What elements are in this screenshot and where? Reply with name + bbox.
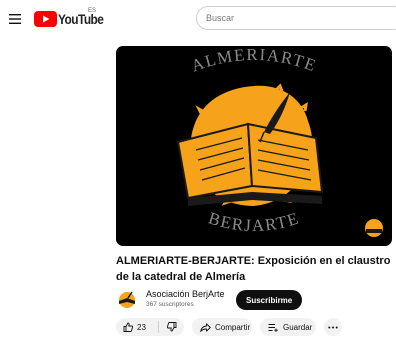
save-label: Guardar bbox=[283, 322, 313, 332]
subscriber-count: 367 suscriptores bbox=[146, 301, 194, 308]
dislike-button[interactable] bbox=[159, 318, 184, 336]
thumbnail-top-text: ALMERIARTE bbox=[189, 46, 318, 76]
thumbnail-artwork: ALMERIARTE BERJARTE bbox=[176, 46, 383, 237]
logo-wordmark: YouTube bbox=[58, 11, 104, 27]
save-button[interactable]: Guardar bbox=[260, 318, 316, 336]
video-thumbnail[interactable]: ALMERIARTE BERJARTE bbox=[116, 46, 392, 246]
channel-avatar[interactable] bbox=[116, 289, 138, 311]
svg-text:ALMERIARTE: ALMERIARTE bbox=[189, 46, 320, 76]
thumbnail-bottom-text: BERJARTE bbox=[206, 208, 300, 235]
action-bar: 23 Compartir Guardar bbox=[116, 318, 396, 336]
top-bar: YouTube ES bbox=[0, 0, 396, 38]
region-code: ES bbox=[88, 8, 97, 14]
subscribe-button[interactable]: Suscribirme bbox=[236, 290, 303, 310]
youtube-logo[interactable]: YouTube ES bbox=[34, 8, 110, 27]
youtube-play-icon bbox=[34, 11, 57, 27]
video-title[interactable]: ALMERIARTE-BERJARTE: Exposición en el cl… bbox=[116, 253, 394, 285]
like-button[interactable]: 23 bbox=[116, 318, 158, 336]
save-playlist-icon bbox=[268, 323, 278, 332]
share-icon bbox=[200, 322, 211, 332]
thumbs-up-icon bbox=[123, 322, 133, 332]
like-count: 23 bbox=[137, 322, 146, 332]
search-box[interactable] bbox=[196, 6, 396, 30]
like-dislike-group: 23 bbox=[116, 318, 184, 336]
share-button[interactable]: Compartir bbox=[192, 318, 252, 336]
hamburger-menu-icon[interactable] bbox=[6, 10, 24, 28]
more-actions-button[interactable] bbox=[324, 318, 342, 336]
more-horizontal-icon bbox=[328, 326, 338, 328]
thumbs-down-icon bbox=[166, 322, 176, 332]
share-label: Compartir bbox=[215, 322, 251, 332]
search-input[interactable] bbox=[197, 7, 396, 29]
channel-info: Asociación BerjArte 367 suscriptores Sus… bbox=[116, 288, 396, 312]
svg-text:BERJARTE: BERJARTE bbox=[206, 208, 302, 235]
channel-name[interactable]: Asociación BerjArte bbox=[146, 289, 225, 299]
